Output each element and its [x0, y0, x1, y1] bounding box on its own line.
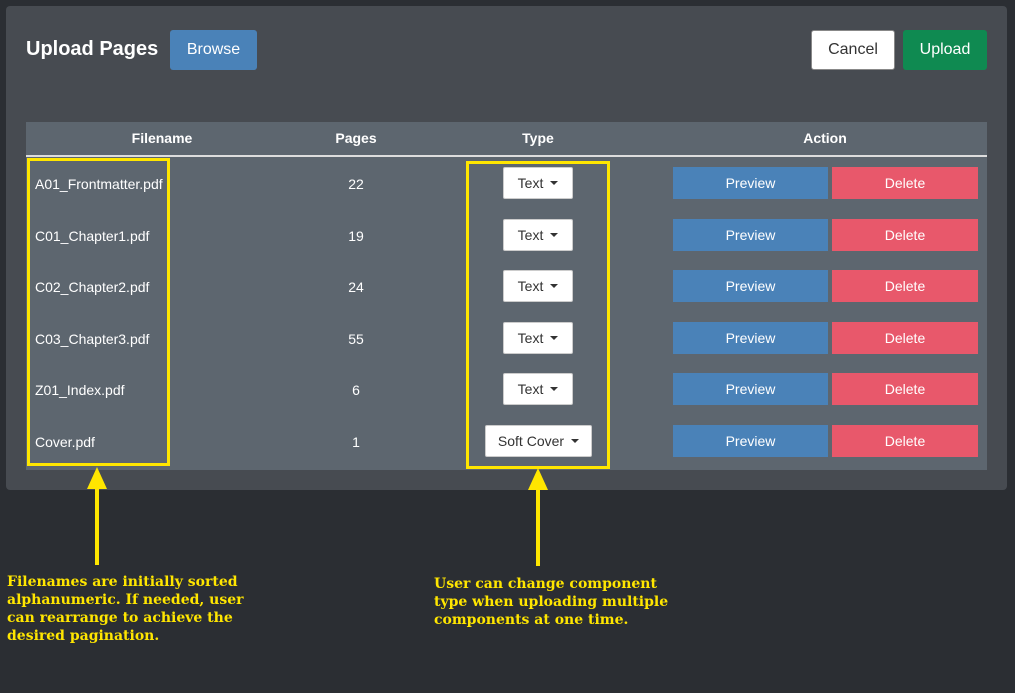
delete-button[interactable]: Delete	[832, 167, 978, 199]
preview-button[interactable]: Preview	[673, 270, 828, 302]
pages-cell: 6	[352, 382, 360, 398]
cancel-button[interactable]: Cancel	[811, 30, 895, 70]
note-line: alphanumeric. If needed, user	[7, 592, 244, 608]
filename-column-highlight	[27, 158, 170, 466]
note-line: can rearrange to achieve the	[7, 610, 233, 626]
note-line: Filenames are initially sorted	[7, 574, 238, 590]
column-header-type: Type	[522, 130, 554, 146]
pages-cell: 22	[348, 176, 364, 192]
delete-button[interactable]: Delete	[832, 425, 978, 457]
note-line: type when uploading multiple	[434, 594, 669, 610]
delete-button[interactable]: Delete	[832, 219, 978, 251]
column-header-filename: Filename	[131, 130, 193, 146]
delete-button[interactable]: Delete	[832, 373, 978, 405]
preview-button[interactable]: Preview	[673, 425, 828, 457]
arrow-up-icon	[87, 467, 107, 489]
type-column-highlight	[466, 161, 610, 469]
pages-cell: 1	[352, 434, 360, 450]
preview-button[interactable]: Preview	[673, 167, 828, 199]
preview-button[interactable]: Preview	[673, 219, 828, 251]
upload-button[interactable]: Upload	[903, 30, 987, 70]
dialog-title: Upload Pages	[26, 38, 159, 60]
pages-cell: 24	[348, 279, 364, 295]
arrow-shaft	[95, 488, 99, 565]
note-line: User can change component	[434, 576, 657, 592]
component-type-note: User can change component type when uplo…	[434, 575, 668, 629]
column-header-pages: Pages	[335, 130, 377, 146]
note-line: desired pagination.	[7, 628, 160, 644]
filename-sort-note: Filenames are initially sorted alphanume…	[7, 573, 244, 645]
pages-cell: 55	[348, 331, 364, 347]
note-line: components at one time.	[434, 612, 629, 628]
browse-button[interactable]: Browse	[170, 30, 257, 70]
table-header: Filename Pages Type Action	[26, 122, 987, 157]
column-header-action: Action	[803, 130, 847, 146]
delete-button[interactable]: Delete	[832, 322, 978, 354]
delete-button[interactable]: Delete	[832, 270, 978, 302]
preview-button[interactable]: Preview	[673, 322, 828, 354]
arrow-up-icon	[528, 468, 548, 490]
arrow-shaft	[536, 489, 540, 566]
pages-cell: 19	[348, 228, 364, 244]
preview-button[interactable]: Preview	[673, 373, 828, 405]
